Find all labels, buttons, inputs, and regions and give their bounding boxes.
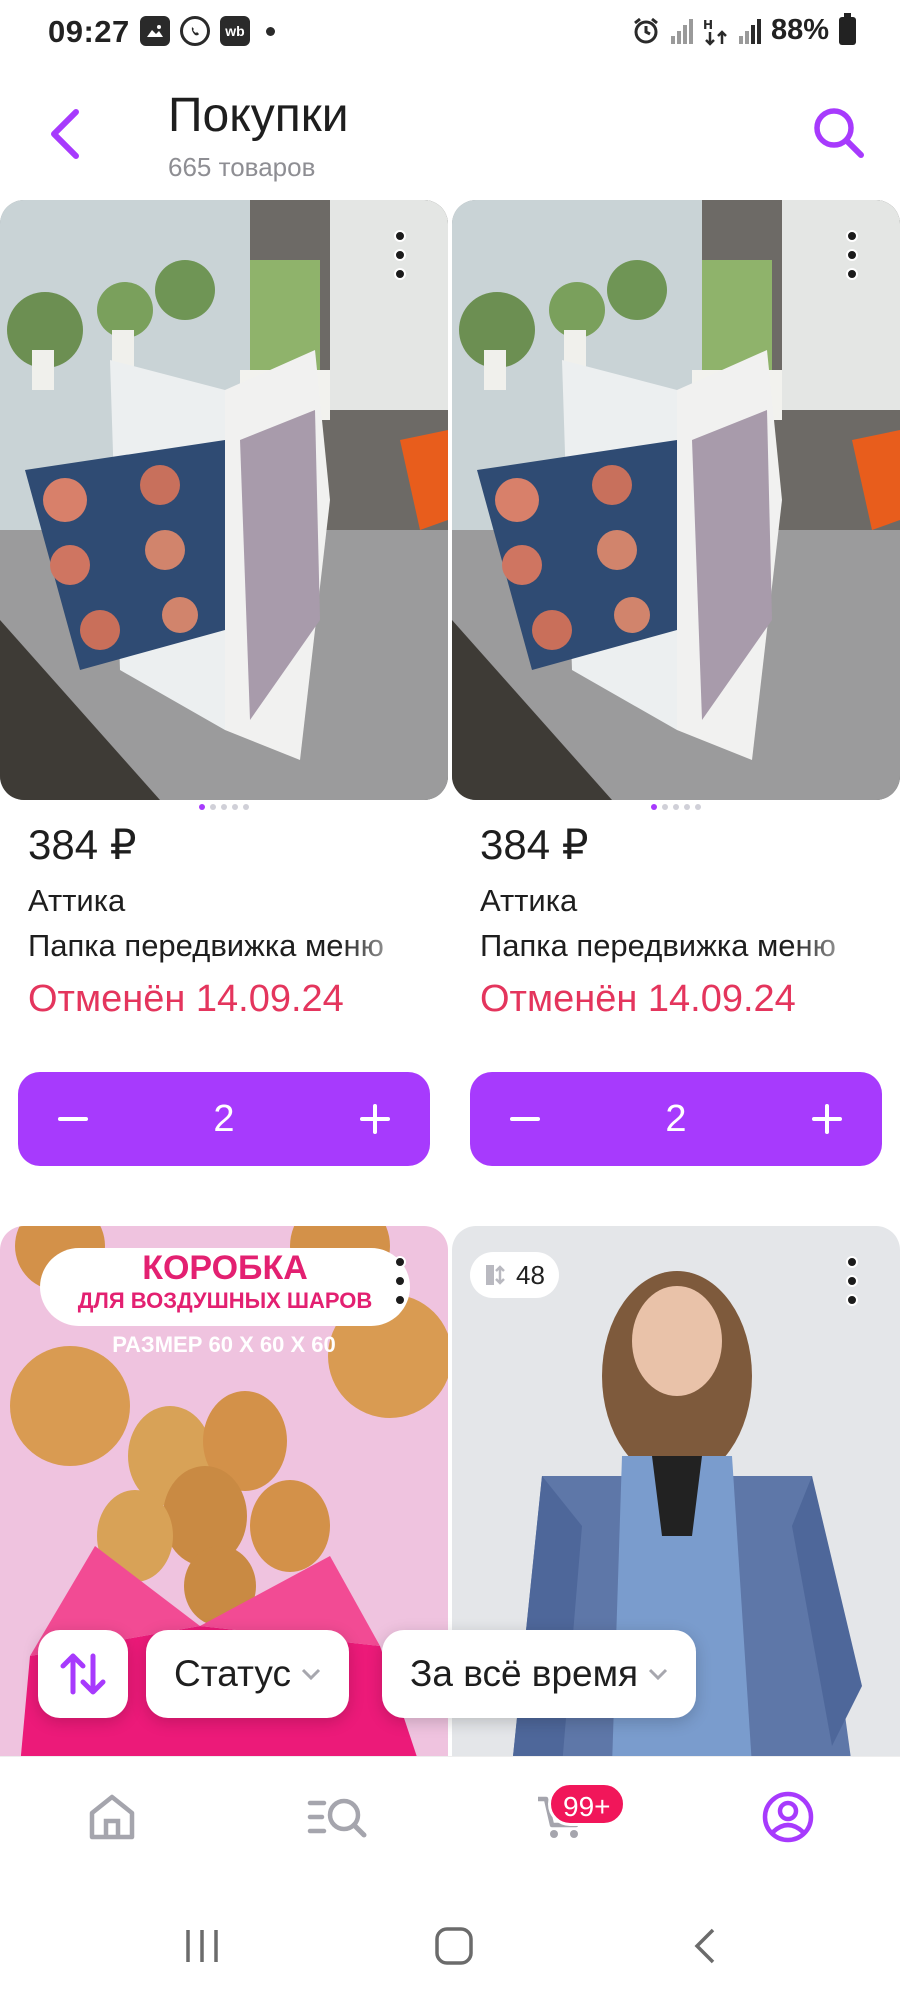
sort-button[interactable] <box>38 1630 128 1718</box>
home-icon <box>89 1794 135 1840</box>
more-options-button[interactable] <box>392 1256 408 1306</box>
home-system-button[interactable] <box>414 1916 494 1976</box>
signal-icon-2 <box>738 18 761 44</box>
period-filter-dropdown[interactable]: За всё время <box>382 1630 697 1718</box>
nav-profile[interactable] <box>748 1777 828 1857</box>
svg-text:H: H <box>703 18 713 32</box>
size-ruler-icon <box>486 1265 505 1285</box>
status-time: 09:27 <box>48 14 130 49</box>
bottom-navigation: 99+ <box>0 1756 900 1886</box>
product-brand: Аттика <box>480 883 578 918</box>
gallery-icon <box>140 16 170 46</box>
quantity-stepper: 2 <box>470 1072 882 1166</box>
signal-icon <box>670 18 693 44</box>
catalog-search-icon <box>307 1798 367 1838</box>
back-system-button[interactable] <box>666 1916 746 1976</box>
product-image[interactable] <box>0 200 448 800</box>
home-square-icon <box>435 1927 473 1965</box>
minus-icon <box>510 1117 540 1121</box>
chevron-down-icon <box>649 1668 668 1680</box>
size-value: 48 <box>516 1259 545 1290</box>
system-navigation <box>0 1886 900 2000</box>
search-icon <box>814 108 864 158</box>
decrease-quantity-button[interactable] <box>478 1072 572 1166</box>
back-arrow-icon <box>694 1928 715 1964</box>
items-count: 665 товаров <box>168 152 316 182</box>
promo-sub: ДЛЯ ВОЗДУШНЫХ ШАРОВ <box>77 1288 373 1313</box>
data-icon: H <box>703 18 727 46</box>
more-options-button[interactable] <box>844 230 860 280</box>
decrease-quantity-button[interactable] <box>26 1072 120 1166</box>
page-title: Покупки <box>168 89 349 142</box>
status-bar: 09:27 wb H 88% <box>0 0 900 66</box>
increase-quantity-button[interactable] <box>328 1072 422 1166</box>
wb-icon: wb <box>220 16 250 46</box>
back-button[interactable] <box>44 106 88 162</box>
chevron-down-icon <box>301 1668 321 1680</box>
more-options-button[interactable] <box>392 230 408 280</box>
quantity-stepper: 2 <box>18 1072 430 1166</box>
battery-icon <box>839 12 856 45</box>
size-badge: 48 <box>470 1252 559 1298</box>
product-price: 384 ₽ <box>28 821 137 868</box>
status-filter-dropdown[interactable]: Статус <box>146 1630 349 1718</box>
product-brand: Аттика <box>28 883 126 918</box>
profile-icon <box>762 1791 814 1843</box>
promo-size: РАЗМЕР 60 Х 60 Х 60 <box>112 1332 336 1357</box>
product-name: Папка передвижка меню <box>480 928 836 963</box>
period-filter-label: За всё время <box>410 1653 639 1694</box>
app-header: Покупки 665 товаров <box>0 80 900 190</box>
order-status: Отменён 14.09.24 <box>480 978 796 1020</box>
sort-arrows-icon <box>60 1653 106 1695</box>
product-image[interactable] <box>452 200 900 800</box>
whatsapp-icon <box>180 16 210 46</box>
nav-catalog[interactable] <box>298 1777 378 1857</box>
chevron-left-icon <box>51 109 79 159</box>
recent-apps-icon <box>186 1930 218 1962</box>
battery-percent: 88% <box>770 14 829 46</box>
cart-count-badge: 99+ <box>548 1782 626 1826</box>
search-button[interactable] <box>810 104 866 160</box>
order-status: Отменён 14.09.24 <box>28 978 344 1020</box>
recent-apps-button[interactable] <box>162 1916 242 1976</box>
plus-icon <box>812 1104 842 1134</box>
alarm-icon <box>634 17 658 43</box>
image-pager <box>0 804 448 810</box>
notification-icons: wb <box>140 16 275 46</box>
more-notifications-dot <box>266 26 275 36</box>
plus-icon <box>360 1104 390 1134</box>
minus-icon <box>58 1117 88 1121</box>
status-right: H 88% <box>631 12 856 47</box>
increase-quantity-button[interactable] <box>780 1072 874 1166</box>
more-options-button[interactable] <box>844 1256 860 1306</box>
promo-banner: КОРОБКА ДЛЯ ВОЗДУШНЫХ ШАРОВ <box>40 1248 410 1326</box>
image-pager <box>452 804 900 810</box>
product-price: 384 ₽ <box>480 821 589 868</box>
product-name: Папка передвижка меню <box>28 928 384 963</box>
nav-home[interactable] <box>72 1777 152 1857</box>
status-filter-label: Статус <box>174 1653 291 1694</box>
promo-headline: КОРОБКА <box>142 1249 308 1287</box>
